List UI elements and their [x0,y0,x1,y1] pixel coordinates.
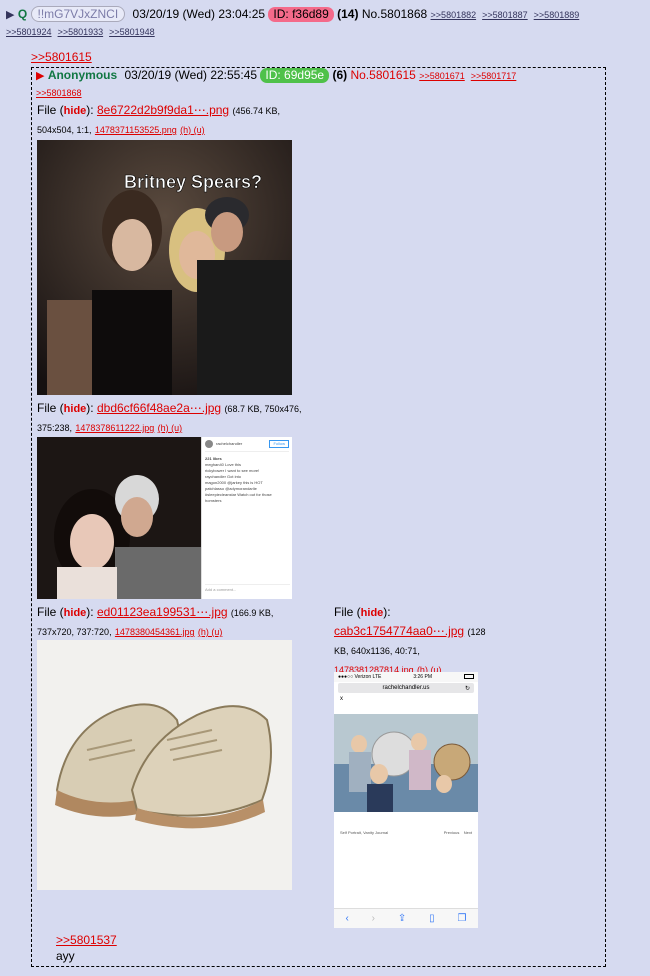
safari-toolbar: ‹ › ⇪ ▯ ❐ [334,908,478,928]
thumbnail-sneakers[interactable] [37,640,292,890]
reply-backlink[interactable]: >>5801948 [109,27,155,37]
original-filename-link[interactable]: 1478378611222.jpg [75,423,154,433]
photo-caption: Self Portrait, Vanity Journal [340,830,389,835]
tabs-icon[interactable]: ❐ [458,913,467,924]
instagram-panel: rachelchandler Follow 221 likes meghan40… [201,437,292,599]
hide-file-link[interactable]: hide [361,607,384,619]
post-count: (14) [337,7,359,21]
close-icon[interactable]: x [334,694,478,704]
previous-link[interactable]: Previous [444,830,460,835]
add-comment-field: Add a comment... [205,584,290,593]
file-name-link[interactable]: ed01123ea199531⋯.jpg [97,605,228,619]
share-icon[interactable]: ⇪ [398,913,406,924]
file-actions-links[interactable]: (h) (u) [158,423,183,433]
file-info-2: File (hide): dbd6cf66f48ae2a⋯.jpg (68.7 … [37,401,302,433]
post-menu-arrow-icon[interactable]: ▶ [6,9,14,21]
sneakers-image [37,640,292,890]
original-filename-link[interactable]: 1478371153525.png [95,125,177,135]
file-actions-links[interactable]: (h) (u) [198,627,223,637]
post-date: 03/20/19 (Wed) 23:04:25 [132,7,266,21]
phone-time: 3:26 PM [413,674,432,680]
reload-icon[interactable]: ↻ [465,685,470,692]
meme-caption: Britney Spears? [124,172,262,192]
carrier-text: ●●●○○ Verizon LTE [338,674,382,680]
file-info-1: File (hide): 8e6722d2b9f9da1⋯.png (456.7… [37,103,280,135]
reply-backlink[interactable]: >>5801717 [471,71,517,81]
thumbnail-britney[interactable]: Britney Spears? [37,140,292,395]
reply-backlink[interactable]: >>5801933 [58,27,104,37]
avatar [205,440,213,448]
battery-icon [463,674,474,679]
phone-status-bar: ●●●○○ Verizon LTE 3:26 PM [334,672,478,682]
kids-photo-image [334,714,478,812]
file-info-4: File (hide): cab3c1754774aa0⋯.jpg (128 K… [334,605,486,675]
post-header: ▶ Q !!mG7VJxZNCI 03/20/19 (Wed) 23:04:25… [6,6,646,38]
file-name-link[interactable]: dbd6cf66f48ae2a⋯.jpg [97,401,221,415]
post-number[interactable]: No.5801615 [350,68,415,82]
post-date: 03/20/19 (Wed) 22:55:45 [124,68,258,82]
comment: patchlasso @adymorandarlie #sleepieclean… [205,486,272,503]
file-info-3: File (hide): ed01123ea199531⋯.jpg (166.9… [37,605,274,637]
file-name-link[interactable]: cab3c1754774aa0⋯.jpg [334,624,464,638]
forward-icon[interactable]: › [372,913,375,924]
quoted-post-header: ▶ Anonymous 03/20/19 (Wed) 22:55:45 ID: … [36,68,601,100]
hide-file-link[interactable]: hide [64,403,87,415]
reply-backlink[interactable]: >>5801868 [36,88,82,98]
follow-button[interactable]: Follow [269,440,289,448]
tripcode: !!mG7VJxZNCI [30,6,126,22]
back-icon[interactable]: ‹ [345,913,348,924]
post-count: (6) [332,68,348,82]
reply-backlink[interactable]: >>5801924 [6,27,52,37]
original-filename-link[interactable]: 1478380454361.jpg [115,627,195,637]
thumbnail-instagram[interactable]: rachelchandler Follow 221 likes meghan40… [37,437,292,599]
poster-id-badge[interactable]: ID: f36d89 [268,7,334,22]
post-message-text: ayy [56,949,75,963]
poster-name: Anonymous [47,68,118,82]
hide-file-link[interactable]: hide [64,105,87,117]
poster-name: Q [17,7,28,21]
file-name-link[interactable]: 8e6722d2b9f9da1⋯.png [97,103,229,117]
next-link[interactable]: Next [464,830,472,835]
couple-photo-image [37,437,201,599]
instagram-username: rachelchandler [216,441,243,446]
url-text: rachelchandler.us [382,685,430,691]
poster-id-badge[interactable]: ID: 69d95e [260,68,330,83]
hide-file-link[interactable]: hide [64,607,87,619]
post-menu-arrow-icon[interactable]: ▶ [36,70,44,82]
bookmarks-icon[interactable]: ▯ [429,913,435,924]
reply-backlink[interactable]: >>5801889 [534,10,580,20]
file-actions-links[interactable]: (h) (u) [180,125,205,135]
phone-caption-row: Self Portrait, Vanity Journal Previous N… [334,812,478,835]
thumbnail-phone-screenshot[interactable]: ●●●○○ Verizon LTE 3:26 PM rachelchandler… [334,672,478,928]
reply-backlink[interactable]: >>5801671 [419,71,465,81]
quote-link-bottom[interactable]: >>5801537 [56,933,117,947]
party-photo-image: Britney Spears? [37,140,292,395]
reply-backlink[interactable]: >>5801887 [482,10,528,20]
post-number[interactable]: No.5801868 [362,7,427,21]
address-bar[interactable]: rachelchandler.us ↻ [338,683,474,693]
quote-link-top[interactable]: >>5801615 [31,50,92,64]
reply-backlink[interactable]: >>5801882 [431,10,477,20]
